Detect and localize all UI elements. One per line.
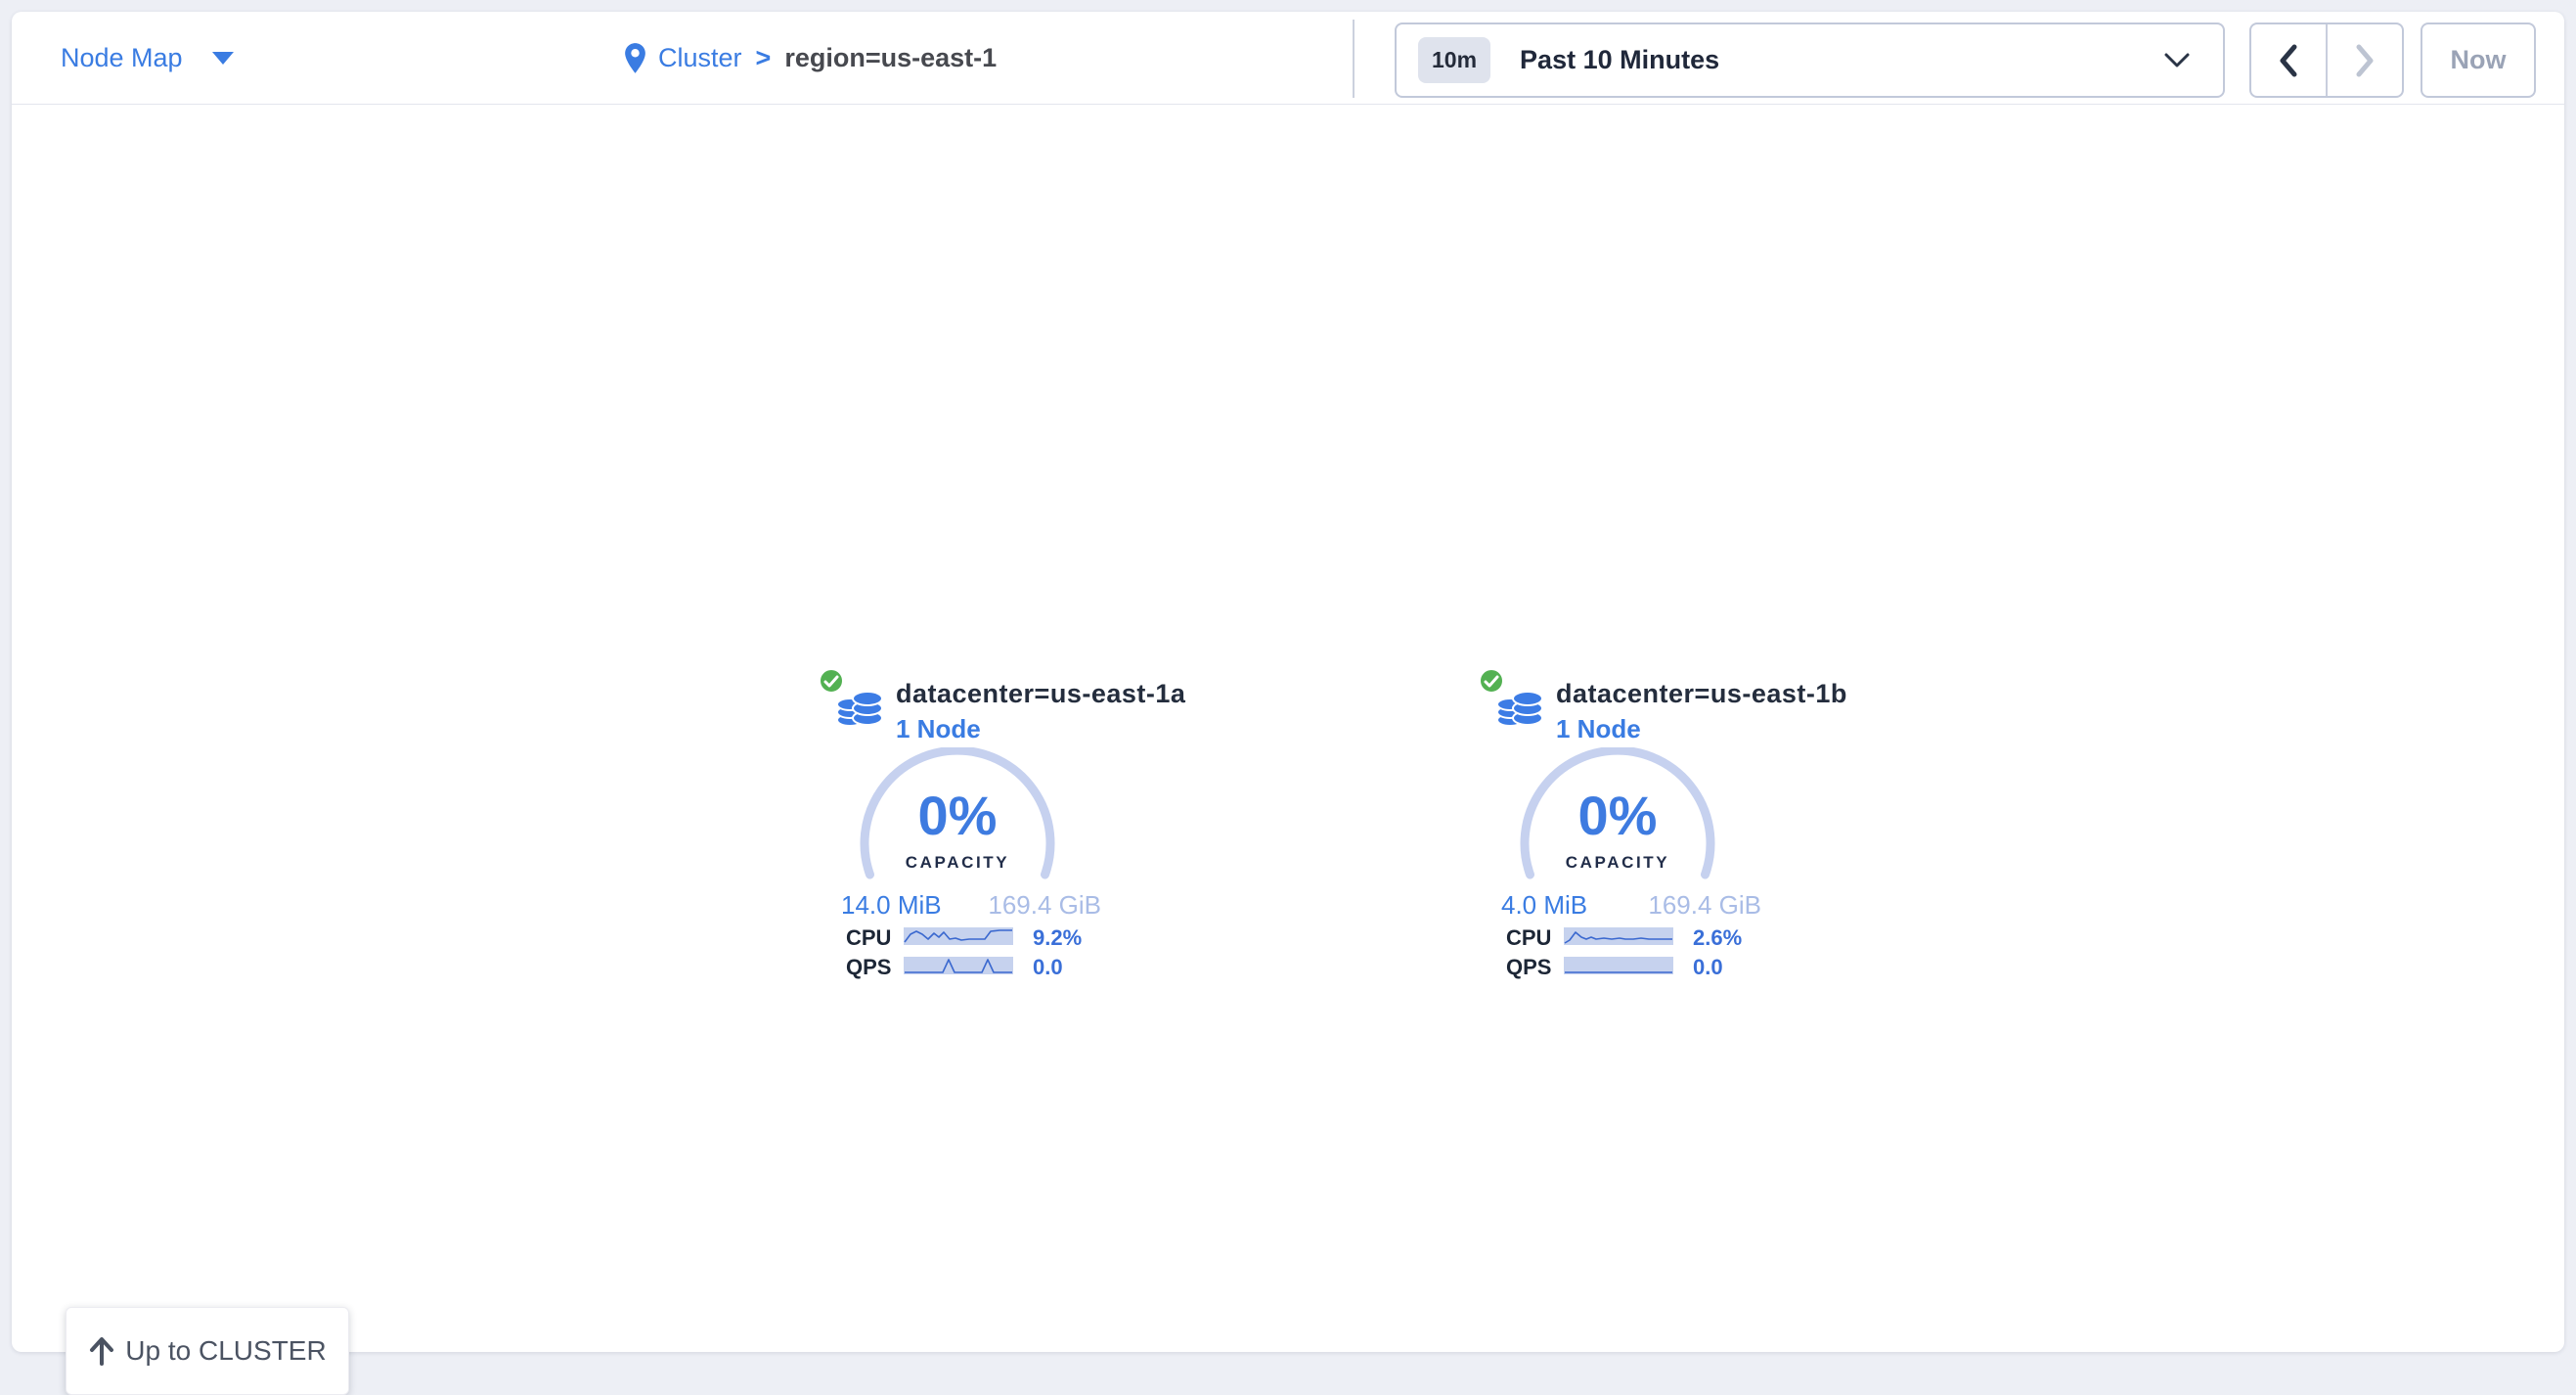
breadcrumb-cluster-link[interactable]: Cluster: [658, 43, 742, 73]
cpu-label: CPU: [846, 925, 891, 951]
cpu-sparkline: [1564, 927, 1673, 945]
healthy-check-icon: [1478, 667, 1505, 695]
view-selector-dropdown[interactable]: Node Map: [61, 12, 234, 105]
time-range-label: Past 10 Minutes: [1520, 45, 1719, 75]
datacenter-card-us-east-1a[interactable]: datacenter=us-east-1a 1 Node 0% CAPACITY…: [820, 669, 1191, 992]
capacity-percent: 0%: [1578, 788, 1658, 843]
up-to-cluster-label: Up to CLUSTER: [125, 1335, 326, 1367]
header-divider: [1353, 20, 1355, 98]
cpu-label: CPU: [1506, 925, 1551, 951]
capacity-used-value: 4.0 MiB: [1501, 890, 1587, 921]
capacity-used-value: 14.0 MiB: [841, 890, 942, 921]
healthy-check-icon: [818, 667, 845, 695]
qps-sparkline: [1564, 957, 1673, 974]
chevron-left-icon: [2276, 43, 2301, 78]
datacenter-card-us-east-1b[interactable]: datacenter=us-east-1b 1 Node 0% CAPACITY…: [1480, 669, 1851, 992]
caret-down-icon: [212, 52, 234, 65]
node-map-canvas: datacenter=us-east-1a 1 Node 0% CAPACITY…: [12, 106, 2564, 1352]
now-button[interactable]: Now: [2421, 22, 2536, 98]
chevron-down-icon: [2164, 53, 2190, 68]
breadcrumb-separator: >: [756, 43, 772, 73]
time-range-dropdown[interactable]: 10m Past 10 Minutes: [1395, 22, 2225, 98]
time-next-button[interactable]: [2328, 24, 2402, 96]
location-pin-icon: [624, 42, 646, 74]
arrow-up-icon: [88, 1336, 115, 1366]
cpu-value: 9.2%: [1033, 925, 1082, 951]
node-map-panel: Node Map Cluster > region=us-east-1 10m …: [12, 12, 2564, 1352]
capacity-percent: 0%: [918, 788, 998, 843]
qps-value: 0.0: [1693, 955, 1723, 980]
time-nav-arrows: [2249, 22, 2404, 98]
up-to-cluster-button[interactable]: Up to CLUSTER: [66, 1307, 349, 1395]
time-prev-button[interactable]: [2251, 24, 2328, 96]
cpu-sparkline: [904, 927, 1013, 945]
node-count-label: 1 Node: [1556, 714, 1641, 744]
capacity-caption: CAPACITY: [1566, 853, 1669, 873]
cpu-value: 2.6%: [1693, 925, 1742, 951]
qps-sparkline: [904, 957, 1013, 974]
qps-value: 0.0: [1033, 955, 1063, 980]
view-selector-label: Node Map: [61, 43, 183, 73]
datacenter-name: datacenter=us-east-1a: [896, 679, 1185, 709]
node-count-label: 1 Node: [896, 714, 981, 744]
chevron-right-icon: [2352, 43, 2377, 78]
qps-label: QPS: [846, 955, 891, 980]
breadcrumb: Cluster > region=us-east-1: [624, 12, 997, 105]
qps-label: QPS: [1506, 955, 1551, 980]
datacenter-name: datacenter=us-east-1b: [1556, 679, 1847, 709]
capacity-total-value: 169.4 GiB: [1648, 890, 1761, 921]
capacity-caption: CAPACITY: [906, 853, 1009, 873]
time-range-badge: 10m: [1418, 37, 1490, 83]
capacity-total-value: 169.4 GiB: [988, 890, 1101, 921]
header-bar: Node Map Cluster > region=us-east-1 10m …: [12, 12, 2564, 105]
breadcrumb-current: region=us-east-1: [784, 43, 997, 73]
